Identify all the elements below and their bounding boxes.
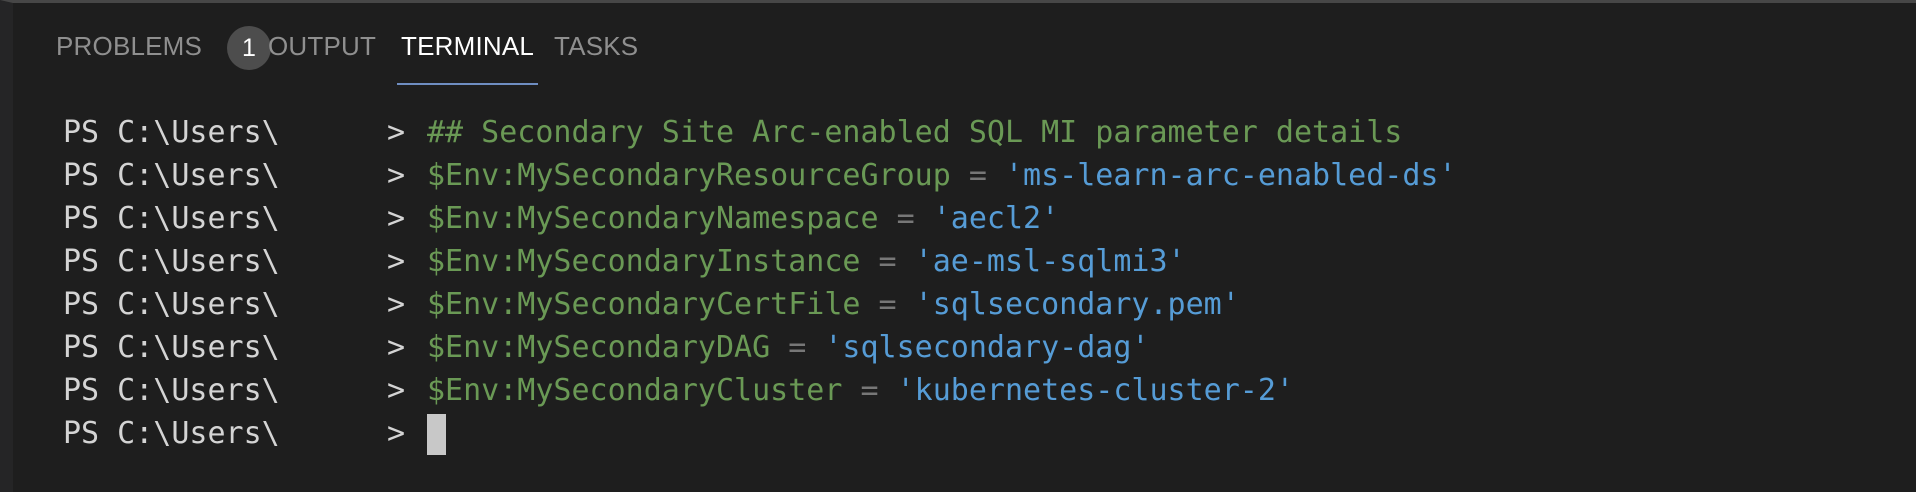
terminal-panel: PROBLEMS 1 OUTPUT TERMINAL TASKS PS C:\U… — [0, 0, 1916, 492]
string-value: 'sqlsecondary-dag' — [824, 330, 1150, 365]
tab-output[interactable]: OUTPUT — [268, 31, 376, 62]
string-value: 'sqlsecondary.pem' — [914, 287, 1240, 322]
panel-tab-bar: PROBLEMS 1 OUTPUT TERMINAL TASKS — [13, 3, 1916, 93]
tab-terminal-label: TERMINAL — [401, 31, 535, 61]
variable-name: $Env:MySecondaryCluster — [427, 373, 843, 408]
tab-tasks-label: TASKS — [554, 31, 639, 61]
prompt-path: PS C:\Users\ — [63, 287, 280, 322]
terminal-line: PS C:\Users\ > $Env:MySecondaryNamespace… — [63, 197, 1916, 240]
command-text: $Env:MySecondaryDAG = 'sqlsecondary-dag' — [427, 326, 1149, 369]
prompt-path: PS C:\Users\ — [63, 115, 280, 150]
command-text: $Env:MySecondaryNamespace = 'aecl2' — [427, 197, 1059, 240]
assign-operator: = — [896, 201, 915, 236]
prompt-arrow: > — [387, 244, 406, 279]
command-text: $Env:MySecondaryCertFile = 'sqlsecondary… — [427, 283, 1240, 326]
terminal-cursor — [427, 414, 446, 455]
terminal-input-line[interactable]: PS C:\Users\ > — [63, 412, 1916, 455]
command-text: ## Secondary Site Arc-enabled SQL MI par… — [427, 111, 1402, 154]
terminal-line: PS C:\Users\ > $Env:MySecondaryCertFile … — [63, 283, 1916, 326]
prompt-arrow: > — [387, 201, 406, 236]
assign-operator: = — [788, 330, 807, 365]
variable-name: $Env:MySecondaryResourceGroup — [427, 158, 951, 193]
prompt-arrow: > — [387, 287, 406, 322]
assign-operator: = — [968, 158, 987, 193]
variable-name: $Env:MySecondaryCertFile — [427, 287, 861, 322]
comment-text: ## Secondary Site Arc-enabled SQL MI par… — [427, 115, 1403, 150]
prompt-arrow: > — [387, 416, 406, 451]
string-value: 'ae-msl-sqlmi3' — [914, 244, 1186, 279]
tab-tasks[interactable]: TASKS — [554, 31, 638, 62]
problems-count-badge: 1 — [227, 26, 271, 70]
variable-name: $Env:MySecondaryNamespace — [427, 201, 879, 236]
assign-operator: = — [878, 244, 897, 279]
tab-problems[interactable]: PROBLEMS — [56, 31, 202, 62]
prompt-path: PS C:\Users\ — [63, 416, 280, 451]
prompt-path: PS C:\Users\ — [63, 373, 280, 408]
active-tab-indicator — [397, 83, 539, 85]
tab-output-label: OUTPUT — [268, 31, 377, 61]
command-text: $Env:MySecondaryResourceGroup = 'ms-lear… — [427, 154, 1457, 197]
terminal-line: PS C:\Users\ > $Env:MySecondaryCluster =… — [63, 369, 1916, 412]
prompt-arrow: > — [387, 158, 406, 193]
variable-name: $Env:MySecondaryInstance — [427, 244, 861, 279]
terminal-line: PS C:\Users\ > $Env:MySecondaryDAG = 'sq… — [63, 326, 1916, 369]
tab-terminal[interactable]: TERMINAL — [397, 31, 539, 85]
terminal-line: PS C:\Users\ > ## Secondary Site Arc-ena… — [63, 111, 1916, 154]
terminal-line: PS C:\Users\ > $Env:MySecondaryInstance … — [63, 240, 1916, 283]
command-text: $Env:MySecondaryInstance = 'ae-msl-sqlmi… — [427, 240, 1186, 283]
prompt-path: PS C:\Users\ — [63, 201, 280, 236]
tab-problems-label: PROBLEMS — [56, 31, 203, 61]
string-value: 'ms-learn-arc-enabled-ds' — [1004, 158, 1457, 193]
prompt-arrow: > — [387, 115, 406, 150]
string-value: 'kubernetes-cluster-2' — [896, 373, 1294, 408]
terminal-output[interactable]: PS C:\Users\ > ## Secondary Site Arc-ena… — [63, 111, 1916, 455]
terminal-line: PS C:\Users\ > $Env:MySecondaryResourceG… — [63, 154, 1916, 197]
string-value: 'aecl2' — [932, 201, 1060, 236]
prompt-path: PS C:\Users\ — [63, 244, 280, 279]
prompt-path: PS C:\Users\ — [63, 330, 280, 365]
prompt-arrow: > — [387, 330, 406, 365]
prompt-arrow: > — [387, 373, 406, 408]
assign-operator: = — [860, 373, 879, 408]
assign-operator: = — [878, 287, 897, 322]
command-text: $Env:MySecondaryCluster = 'kubernetes-cl… — [427, 369, 1294, 412]
variable-name: $Env:MySecondaryDAG — [427, 330, 771, 365]
prompt-path: PS C:\Users\ — [63, 158, 280, 193]
